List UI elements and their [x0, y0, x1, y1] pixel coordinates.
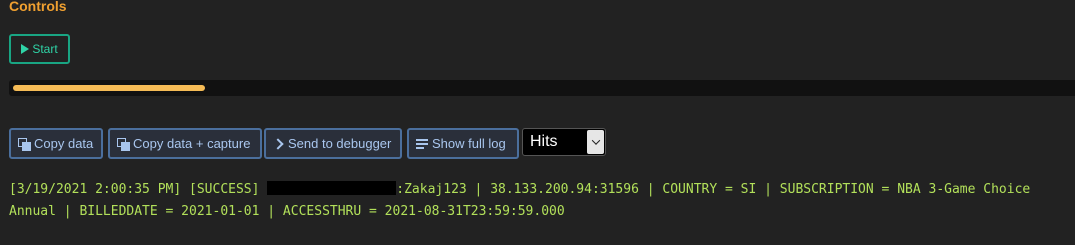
copy-data-capture-label: Copy data + capture	[133, 136, 251, 151]
log-filter-select[interactable]: Hits	[522, 128, 606, 156]
chevron-down-icon	[587, 130, 604, 154]
copy-icon	[18, 137, 31, 151]
show-full-log-button[interactable]: Show full log	[407, 128, 519, 159]
progress-bar-fill	[13, 85, 205, 91]
controls-title: Controls	[9, 0, 67, 14]
show-full-log-label: Show full log	[432, 136, 506, 151]
log-filter-value: Hits	[530, 133, 558, 150]
log-entry-prefix: [3/19/2021 2:00:35 PM] [SUCCESS]	[9, 182, 268, 197]
copy-data-label: Copy data	[34, 136, 94, 151]
start-button-label: Start	[32, 42, 58, 56]
chevron-right-icon	[272, 137, 284, 150]
copy-icon	[117, 137, 130, 151]
send-to-debugger-label: Send to debugger	[288, 136, 392, 151]
redacted-credential	[267, 181, 397, 195]
send-to-debugger-button[interactable]: Send to debugger	[264, 128, 402, 159]
play-icon	[21, 44, 30, 54]
start-button[interactable]: Start	[9, 34, 70, 64]
progress-bar	[9, 80, 1075, 96]
log-output: [3/19/2021 2:00:35 PM] [SUCCESS] :Zakaj1…	[9, 179, 1069, 223]
copy-data-capture-button[interactable]: Copy data + capture	[108, 128, 262, 159]
copy-data-button[interactable]: Copy data	[9, 128, 103, 159]
list-icon	[416, 138, 428, 149]
